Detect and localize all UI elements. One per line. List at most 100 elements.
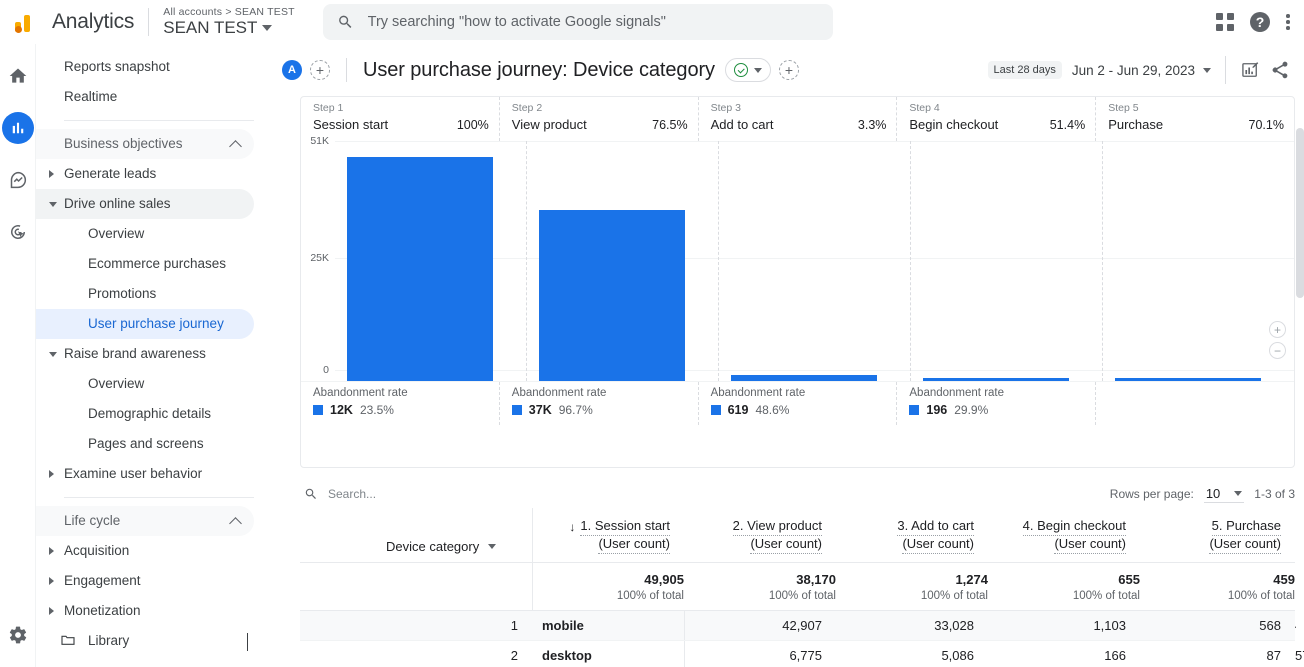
advertising-icon[interactable] xyxy=(2,216,34,248)
sidebar-item-monetization[interactable]: Monetization xyxy=(36,596,254,626)
abandonment-label: Abandonment rate xyxy=(909,387,1095,399)
main-scrollbar[interactable] xyxy=(1296,88,1304,648)
report-status-chip[interactable] xyxy=(725,58,771,82)
funnel-bar[interactable] xyxy=(731,375,877,381)
sidebar-item-examine-user-behavior[interactable]: Examine user behavior xyxy=(36,459,254,489)
total-value: 655 xyxy=(1118,572,1140,587)
table-row[interactable]: 2desktop6,7755,0861668757 xyxy=(300,641,1295,667)
y-axis-tick: 51K xyxy=(310,135,329,147)
row-metric: 33,028 xyxy=(836,611,988,641)
sidebar-item-overview[interactable]: Overview xyxy=(36,369,254,399)
more-vertical-icon[interactable] xyxy=(1286,14,1290,30)
sidebar-item-promotions[interactable]: Promotions xyxy=(36,279,254,309)
nav-divider xyxy=(64,497,254,498)
column-header-dimension[interactable]: Device category xyxy=(300,508,532,563)
explore-icon[interactable] xyxy=(2,164,34,196)
scrollbar-thumb[interactable] xyxy=(1296,128,1304,298)
funnel-step-header: Step 5Purchase70.1% xyxy=(1095,97,1294,141)
sidebar-item-overview[interactable]: Overview xyxy=(36,219,254,249)
funnel-bar-cell[interactable] xyxy=(718,141,910,381)
comparison-avatar[interactable]: A xyxy=(282,60,302,80)
funnel-bar-cell[interactable] xyxy=(1102,141,1294,381)
help-icon[interactable]: ? xyxy=(1250,12,1270,32)
abandonment-cell xyxy=(1095,382,1294,425)
abandonment-rate: 96.7% xyxy=(559,403,593,417)
funnel-bar-cell[interactable] xyxy=(335,141,526,381)
gear-icon[interactable] xyxy=(2,619,34,651)
sidebar-item-life-cycle[interactable]: Life cycle xyxy=(36,506,254,536)
pagination-controls: Rows per page: 10 1-3 of 3 xyxy=(1110,485,1295,503)
funnel-bar-cell[interactable] xyxy=(526,141,718,381)
column-subtitle: (User count) xyxy=(750,536,822,554)
column-header-metric[interactable]: ↓1. Session start(User count) xyxy=(532,508,684,563)
sidebar-item-acquisition[interactable]: Acquisition xyxy=(36,536,254,566)
sidebar-collapse-button[interactable] xyxy=(247,633,248,651)
column-header-metric[interactable]: 2. View product(User count) xyxy=(684,508,836,563)
sidebar-item-engagement[interactable]: Engagement xyxy=(36,566,254,596)
chevron-up-icon[interactable] xyxy=(229,140,242,153)
row-dimension[interactable]: desktop xyxy=(532,641,684,667)
sidebar-item-raise-brand-awareness[interactable]: Raise brand awareness xyxy=(36,339,254,369)
chevron-up-icon[interactable] xyxy=(229,517,242,530)
pagination-range: 1-3 of 3 xyxy=(1254,487,1295,501)
sidebar-item-drive-online-sales[interactable]: Drive online sales xyxy=(36,189,254,219)
sidebar-item-generate-leads[interactable]: Generate leads xyxy=(36,159,254,189)
triangle-right-icon xyxy=(49,607,54,615)
column-header-metric[interactable]: 5. Purchase(User count) xyxy=(1140,508,1295,563)
totals-cell: 459100% of total xyxy=(1140,563,1295,611)
divider xyxy=(346,58,347,82)
page-title: User purchase journey: Device category xyxy=(363,59,715,82)
table-row[interactable]: 1mobile42,90733,0281,103568402 xyxy=(300,611,1295,641)
apps-grid-icon[interactable] xyxy=(1216,13,1234,31)
sidebar-item-pages-and-screens[interactable]: Pages and screens xyxy=(36,429,254,459)
date-range-picker[interactable]: Jun 2 - Jun 29, 2023 xyxy=(1072,63,1211,78)
sidebar-item-label: Library xyxy=(88,634,129,648)
zoom-in-icon[interactable]: + xyxy=(1269,321,1286,338)
funnel-bar[interactable] xyxy=(539,210,685,381)
sidebar-item-business-objectives[interactable]: Business objectives xyxy=(36,129,254,159)
home-icon[interactable] xyxy=(2,60,34,92)
table-search[interactable] xyxy=(300,487,478,501)
column-header-metric[interactable]: 3. Add to cart(User count) xyxy=(836,508,988,563)
arrow-down-icon[interactable]: ↓ xyxy=(569,520,575,534)
sidebar-item-library[interactable]: Library xyxy=(36,626,254,656)
sidebar-item-user-purchase-journey[interactable]: User purchase journey xyxy=(36,309,254,339)
row-dimension[interactable]: mobile xyxy=(532,611,684,641)
sidebar-item-ecommerce-purchases[interactable]: Ecommerce purchases xyxy=(36,249,254,279)
table-search-input[interactable] xyxy=(328,487,478,501)
sidebar-item-demographic-details[interactable]: Demographic details xyxy=(36,399,254,429)
global-search[interactable] xyxy=(323,4,833,40)
sidebar-item-label: Pages and screens xyxy=(88,437,204,451)
search-input[interactable] xyxy=(368,14,819,30)
abandonment-rate: 29.9% xyxy=(954,403,988,417)
step-name: Begin checkout xyxy=(909,117,998,132)
chart-zoom-controls: + − xyxy=(1269,321,1286,359)
totals-cell: 1,274100% of total xyxy=(836,563,988,611)
step-name: Purchase xyxy=(1108,117,1163,132)
report-header-actions: Last 28 days Jun 2 - Jun 29, 2023 xyxy=(988,56,1304,84)
funnel-bar[interactable] xyxy=(1115,378,1261,381)
total-subtext: 100% of total xyxy=(533,590,685,602)
sidebar-item-label: Promotions xyxy=(88,287,156,301)
column-header-metric[interactable]: 4. Begin checkout(User count) xyxy=(988,508,1140,563)
funnel-bar-cell[interactable] xyxy=(910,141,1102,381)
chevron-down-icon[interactable] xyxy=(488,544,496,549)
total-value: 49,905 xyxy=(644,572,684,587)
add-segment-button[interactable]: + xyxy=(779,60,799,80)
analytics-app: Analytics All accounts > SEAN TEST SEAN … xyxy=(0,0,1304,667)
data-table-section: Rows per page: 10 1-3 of 3 Device catego… xyxy=(300,480,1295,667)
share-icon[interactable] xyxy=(1270,60,1290,80)
abandonment-count: 12K xyxy=(330,403,353,417)
funnel-bar[interactable] xyxy=(347,157,493,381)
rows-per-page-select[interactable]: 10 xyxy=(1204,485,1244,503)
funnel-bar[interactable] xyxy=(923,378,1069,381)
sidebar-item-reports-snapshot[interactable]: Reports snapshot xyxy=(36,52,254,82)
account-selector[interactable]: All accounts > SEAN TEST SEAN TEST xyxy=(163,6,295,38)
add-comparison-button[interactable]: + xyxy=(310,60,330,80)
reports-icon[interactable] xyxy=(2,112,34,144)
triangle-right-icon xyxy=(49,170,54,178)
step-name: Session start xyxy=(313,117,388,132)
zoom-out-icon[interactable]: − xyxy=(1269,342,1286,359)
sidebar-item-realtime[interactable]: Realtime xyxy=(36,82,254,112)
edit-chart-icon[interactable] xyxy=(1240,60,1260,80)
